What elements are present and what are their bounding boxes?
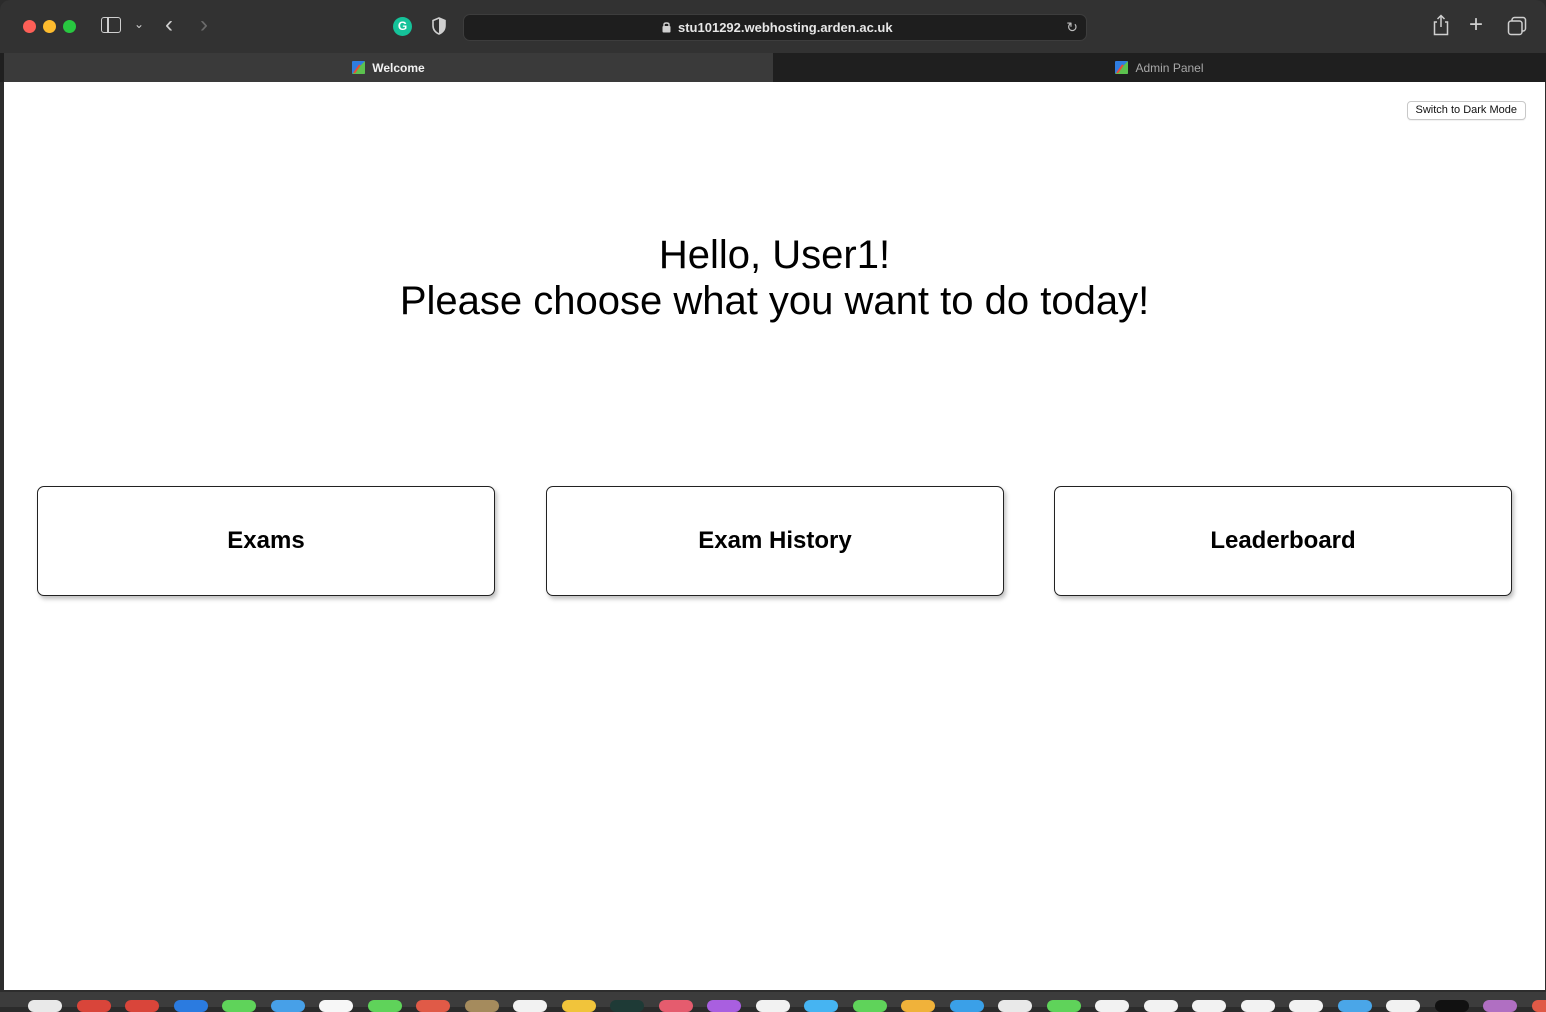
dock-app-icon[interactable] [222, 1000, 256, 1012]
dock-app-icon[interactable] [1289, 1000, 1323, 1012]
address-bar[interactable]: stu101292.webhosting.arden.ac.uk ↻ [463, 14, 1087, 41]
dock-app-icon[interactable] [610, 1000, 644, 1012]
greeting-line-1: Hello, User1! [4, 232, 1545, 278]
dock-app-icon[interactable] [562, 1000, 596, 1012]
dock-app-icon[interactable] [174, 1000, 208, 1012]
dock-app-icon[interactable] [465, 1000, 499, 1012]
tab-label: Admin Panel [1135, 61, 1203, 75]
tab-bar: Welcome Admin Panel [0, 53, 1546, 82]
dock-app-icon[interactable] [901, 1000, 935, 1012]
sidebar-toggle-icon[interactable] [101, 17, 121, 33]
dock-app-icon[interactable] [707, 1000, 741, 1012]
privacy-shield-icon[interactable] [431, 17, 447, 35]
tab-welcome[interactable]: Welcome [4, 53, 773, 82]
web-page-content: Switch to Dark Mode Hello, User1! Please… [4, 82, 1545, 990]
dock-app-icon[interactable] [319, 1000, 353, 1012]
browser-window: ⌄ ‹ › G stu101292.webhosting.arden.ac.uk… [0, 0, 1546, 992]
dock [0, 992, 1546, 1007]
site-favicon-icon [352, 61, 365, 74]
greeting-line-2: Please choose what you want to do today! [4, 278, 1545, 324]
back-arrow-icon[interactable]: ‹ [165, 13, 173, 37]
dock-app-icon[interactable] [271, 1000, 305, 1012]
dock-app-icon[interactable] [416, 1000, 450, 1012]
dock-app-icon[interactable] [77, 1000, 111, 1012]
dock-app-icon[interactable] [1047, 1000, 1081, 1012]
close-window-button[interactable] [23, 20, 36, 33]
dock-app-icon[interactable] [513, 1000, 547, 1012]
dock-app-icon[interactable] [1532, 1000, 1546, 1012]
lock-icon [662, 21, 671, 33]
reload-icon[interactable]: ↻ [1066, 19, 1078, 36]
share-icon[interactable] [1432, 14, 1450, 36]
tab-admin-panel[interactable]: Admin Panel [773, 53, 1546, 82]
dock-app-icon[interactable] [368, 1000, 402, 1012]
dock-app-icon[interactable] [804, 1000, 838, 1012]
minimize-window-button[interactable] [43, 20, 56, 33]
grammarly-extension-icon[interactable]: G [393, 17, 412, 36]
dock-app-icon[interactable] [28, 1000, 62, 1012]
dock-app-icon[interactable] [1435, 1000, 1469, 1012]
forward-arrow-icon[interactable]: › [200, 13, 208, 37]
dock-app-icon[interactable] [1192, 1000, 1226, 1012]
dock-app-icon[interactable] [1483, 1000, 1517, 1012]
dock-app-icon[interactable] [1144, 1000, 1178, 1012]
chevron-down-icon[interactable]: ⌄ [134, 18, 144, 30]
dock-app-icon[interactable] [1241, 1000, 1275, 1012]
dark-mode-toggle-button[interactable]: Switch to Dark Mode [1407, 101, 1526, 120]
browser-toolbar: ⌄ ‹ › G stu101292.webhosting.arden.ac.uk… [0, 0, 1546, 53]
dock-app-icon[interactable] [125, 1000, 159, 1012]
dock-app-icon[interactable] [1386, 1000, 1420, 1012]
exam-history-card-button[interactable]: Exam History [546, 486, 1004, 596]
site-favicon-icon [1115, 61, 1128, 74]
tab-label: Welcome [372, 61, 424, 75]
dock-app-icon[interactable] [998, 1000, 1032, 1012]
dock-app-icon[interactable] [1338, 1000, 1372, 1012]
exams-card-button[interactable]: Exams [37, 486, 495, 596]
dock-app-icon[interactable] [1095, 1000, 1129, 1012]
new-tab-plus-icon[interactable]: + [1469, 13, 1483, 37]
leaderboard-card-button[interactable]: Leaderboard [1054, 486, 1512, 596]
dock-app-icon[interactable] [950, 1000, 984, 1012]
dock-app-icon[interactable] [853, 1000, 887, 1012]
greeting-heading: Hello, User1! Please choose what you wan… [4, 232, 1545, 324]
tab-overview-icon[interactable] [1507, 16, 1527, 36]
zoom-window-button[interactable] [63, 20, 76, 33]
url-text: stu101292.webhosting.arden.ac.uk [678, 20, 893, 35]
dock-app-icon[interactable] [756, 1000, 790, 1012]
dock-app-icon[interactable] [659, 1000, 693, 1012]
